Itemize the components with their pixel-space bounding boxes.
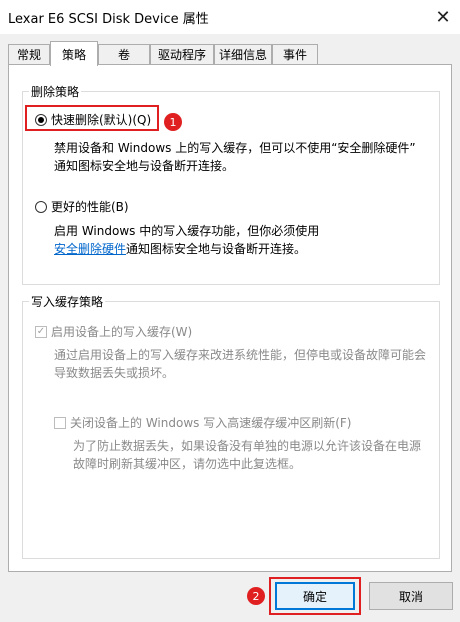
enable-write-cache-checkbox[interactable]: ✓ 启用设备上的写入缓存(W) xyxy=(35,323,192,340)
removal-policy-legend: 删除策略 xyxy=(31,85,80,99)
tab-policies[interactable]: 策略 xyxy=(50,41,98,66)
enable-write-cache-description: 通过启用设备上的写入缓存来改进系统性能，但停电或设备故障可能会 导致数据丢失或损… xyxy=(54,348,427,380)
radio-unselected-icon xyxy=(35,200,47,213)
empty-checkbox-icon xyxy=(54,416,66,429)
tab-strip: 常规 策略 卷 驱动程序 详细信息 事件 xyxy=(8,41,452,66)
better-performance-label: 更好的性能(B) xyxy=(51,200,129,214)
better-performance-description: 启用 Windows 中的写入缓存功能，但你必须使用 安全删除硬件通知图标安全地… xyxy=(54,224,320,256)
quick-removal-description: 禁用设备和 Windows 上的写入缓存，但可以不使用“安全删除硬件” 通知图标… xyxy=(54,141,416,173)
turn-off-flush-label: 关闭设备上的 Windows 写入高速缓存缓冲区刷新(F) xyxy=(70,416,352,430)
ok-button[interactable]: 确定 xyxy=(275,582,355,610)
title-bar: Lexar E6 SCSI Disk Device 属性 ✕ xyxy=(0,0,460,34)
tab-general[interactable]: 常规 xyxy=(8,44,50,64)
highlight-box-1 xyxy=(25,105,159,131)
close-icon: ✕ xyxy=(435,6,451,28)
write-cache-policy-legend: 写入缓存策略 xyxy=(31,295,104,309)
tab-events[interactable]: 事件 xyxy=(272,44,318,64)
policies-panel: 删除策略 快速删除(默认)(Q) 1 禁用设备和 Windows 上的写入缓存，… xyxy=(8,64,452,572)
step-badge-1: 1 xyxy=(164,113,182,131)
enable-write-cache-label: 启用设备上的写入缓存(W) xyxy=(51,325,193,339)
safely-remove-hardware-link[interactable]: 安全删除硬件 xyxy=(54,242,126,256)
tab-volumes[interactable]: 卷 xyxy=(98,44,150,64)
turn-off-flush-checkbox[interactable]: 关闭设备上的 Windows 写入高速缓存缓冲区刷新(F) xyxy=(54,414,351,431)
cancel-button[interactable]: 取消 xyxy=(369,582,453,610)
tab-driver[interactable]: 驱动程序 xyxy=(150,44,214,64)
better-performance-radio[interactable]: 更好的性能(B) xyxy=(35,198,129,215)
turn-off-flush-description: 为了防止数据丢失，如果设备没有单独的电源以允许该设备在电源 故障时刷新其缓冲区，… xyxy=(73,439,422,471)
tab-details[interactable]: 详细信息 xyxy=(214,44,272,64)
window-title: Lexar E6 SCSI Disk Device 属性 xyxy=(8,12,209,27)
close-button[interactable]: ✕ xyxy=(426,0,460,34)
checkmark-icon: ✓ xyxy=(35,325,47,338)
step-badge-2: 2 xyxy=(247,587,265,605)
